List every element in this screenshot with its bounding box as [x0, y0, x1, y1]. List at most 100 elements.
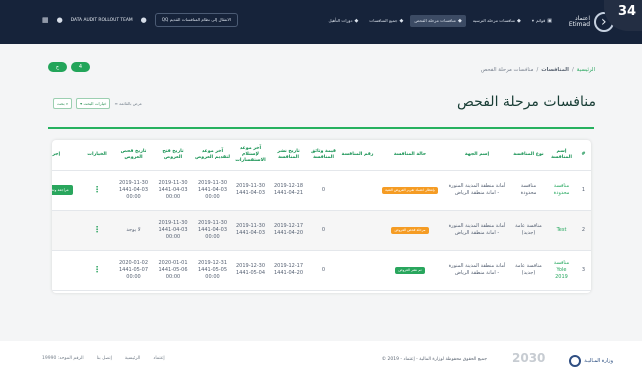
document-value: 0	[308, 250, 339, 291]
chevron-down-icon: ▾	[531, 18, 534, 23]
actions-cell	[52, 250, 80, 291]
column-header: آخر موعد لتقديم العروض	[193, 140, 232, 171]
more-options-icon[interactable]: ⋮	[93, 225, 101, 234]
breadcrumb: الرئيسية / المنافسات / منافسات مرحلة الف…	[481, 67, 595, 73]
graduation-icon: ◆	[457, 18, 462, 24]
row-number: 3	[576, 250, 591, 291]
unified-number: الرقم الموحد: 19990	[42, 356, 84, 361]
menu-icon: ▣	[547, 18, 552, 24]
column-header: تاريخ فحص العروض	[114, 140, 153, 171]
column-header: إسم المنافسة	[547, 140, 576, 171]
column-header: #	[576, 140, 591, 171]
status-cell: تم نشر العروض	[376, 250, 444, 291]
publish-date: 2019-12-17 1441-04-20	[269, 250, 308, 291]
tender-name-link[interactable]: منافسة محدودة	[547, 170, 576, 211]
opening-date: 2019-11-30 1441-04-03 00:00	[153, 170, 193, 211]
bell-icon[interactable]: ●	[57, 15, 63, 25]
column-header: آخر موعد لإستلام الاستفسارات	[232, 140, 269, 171]
tender-name-link[interactable]: منافسة Yole 2019	[547, 250, 576, 291]
actions-cell: مراجعة وتدقيق البيانات	[52, 170, 80, 211]
tender-name-link[interactable]: Test	[547, 210, 576, 251]
offers-deadline: 2019-11-30 1441-04-03 00:00	[193, 170, 232, 211]
column-header: حالة المنافسة	[376, 140, 444, 171]
competition-number	[339, 250, 376, 291]
breadcrumb-tenders[interactable]: المنافسات	[541, 67, 569, 73]
table-header-row: # إسم المنافسة نوع المنافسة إسم الجهة حا…	[52, 140, 591, 171]
ministry-emblem-icon	[569, 355, 582, 367]
copyright-text: جميع الحقوق محفوظة لوزارة المالية - إعتم…	[381, 357, 487, 362]
search-options-button[interactable]: خيارات البحث ▾	[76, 98, 111, 109]
questions-deadline: 2019-11-30 1441-04-03	[232, 170, 269, 211]
publish-date: 2019-12-17 1441-04-20	[269, 210, 308, 251]
column-header: رقم المنافسة	[339, 140, 376, 171]
grid-icon[interactable]: ▦	[42, 15, 49, 25]
menu-qualification-cycles[interactable]: ◆ دورات التأهيل	[324, 15, 362, 27]
actions-cell	[52, 210, 80, 251]
opening-date: 2020-01-01 1441-05-06 00:00	[153, 250, 193, 291]
quick-action-button-two[interactable]: 4	[71, 62, 90, 72]
examination-date: لا يوجد	[114, 210, 153, 251]
footer-link-contact[interactable]: إتصل بنا	[97, 356, 112, 361]
questions-deadline: 2019-11-30 1441-04-03	[232, 210, 269, 251]
ministry-of-finance-logo: وزارة المـاليـة	[569, 352, 613, 370]
opening-date: 2019-11-30 1441-04-03 00:00	[153, 210, 193, 251]
chevron-down-icon: ▾	[80, 101, 83, 106]
more-options-icon[interactable]: ⋮	[93, 265, 101, 274]
breadcrumb-home[interactable]: الرئيسية	[577, 67, 595, 73]
user-icon[interactable]: ●	[141, 15, 147, 25]
publish-date: 2019-12-18 1441-04-21	[269, 170, 308, 211]
table-row: 1 منافسة محدودة منافسة محدودة أمانة منطق…	[52, 170, 591, 211]
tenders-table-container: # إسم المنافسة نوع المنافسة إسم الجهة حا…	[52, 140, 591, 293]
switch-old-system-button[interactable]: الانتقال إلى نظام المنافسات القديم QQ	[154, 13, 238, 27]
breadcrumb-current: منافسات مرحلة الفحص	[480, 67, 534, 73]
footer-link-home[interactable]: الرئيسية	[125, 356, 141, 361]
search-button[interactable]: ⌕ بحث	[53, 98, 73, 109]
competition-number	[339, 170, 376, 211]
column-header: إجراءات	[52, 140, 80, 171]
menu-all-tenders[interactable]: ◆ جميع المنافسات	[365, 15, 407, 27]
row-number: 2	[576, 210, 591, 251]
status-badge: تم نشر العروض	[395, 266, 425, 274]
tender-type: منافسة محدودة	[510, 170, 547, 211]
column-header: قيمة وثائق المنافسة	[308, 140, 339, 171]
options-cell: ⋮	[80, 250, 114, 291]
quick-action-button-one[interactable]: ج	[48, 62, 67, 72]
offers-deadline: 2019-11-30 1441-04-03 00:00	[193, 210, 232, 251]
table-row: 2 Test منافسة عامة (جديد) أمانة منطقة ال…	[52, 210, 591, 251]
review-data-button[interactable]: مراجعة وتدقيق البيانات	[52, 185, 73, 195]
document-value: 0	[308, 170, 339, 211]
column-header: الخيارات	[80, 140, 114, 171]
menu-examination-tenders[interactable]: ◆ منافسات مرحلة الفحص	[410, 15, 466, 27]
menu-award-tenders[interactable]: ◆ منافسات مرحلة الترسية	[469, 15, 525, 27]
options-cell: ⋮	[80, 170, 114, 211]
examination-date: 2020-01-02 1441-05-07 00:00	[114, 250, 153, 291]
examination-date: 2019-11-30 1441-04-03 00:00	[114, 170, 153, 211]
user-name[interactable]: DATA AUDIT ROLLOUT TEAM	[71, 18, 133, 23]
quick-actions: ج 4	[48, 62, 90, 72]
column-header: تاريخ نشر المنافسة	[269, 140, 308, 171]
list-view-icon: ≡	[114, 101, 118, 106]
breadcrumb-separator: /	[571, 67, 574, 73]
status-cell: بإنتظار اعتماد تقرير العروض الفنية	[376, 170, 444, 211]
table-row: 3 منافسة Yole 2019 منافسة عامة (جديد) أم…	[52, 250, 591, 291]
column-header: إسم الجهة	[444, 140, 510, 171]
more-options-icon[interactable]: ⋮	[93, 185, 101, 194]
tenders-examination-page: ▦ ● DATA AUDIT ROLLOUT TEAM ● الانتقال إ…	[0, 0, 642, 378]
search-icon: ⌕	[65, 101, 69, 106]
ministry-name: وزارة المـاليـة	[584, 358, 613, 364]
menu-lists[interactable]: ▣ قوائم ▾	[528, 15, 556, 27]
offers-deadline: 2019-12-31 1441-05-05 00:00	[193, 250, 232, 291]
graduation-icon: ◆	[354, 18, 359, 24]
status-cell: مرحلة فحص العروض	[376, 210, 444, 251]
vision-2030-logo: 2030	[512, 351, 546, 365]
column-header: تاريخ فتح العروض	[153, 140, 193, 171]
footer-link-etimad[interactable]: إعتماد	[153, 356, 164, 361]
entity-name: أمانة منطقة المدينة المنورة - امانة منطق…	[444, 170, 510, 211]
tenders-table: # إسم المنافسة نوع المنافسة إسم الجهة حا…	[52, 140, 591, 291]
graduation-icon: ◆	[399, 18, 404, 24]
status-badge: مرحلة فحص العروض	[391, 226, 429, 234]
page-title-separator	[48, 127, 594, 129]
breadcrumb-separator: /	[536, 67, 539, 73]
status-badge: بإنتظار اعتماد تقرير العروض الفنية	[382, 186, 438, 194]
brand-text: اعتماد Etimad	[568, 15, 590, 28]
